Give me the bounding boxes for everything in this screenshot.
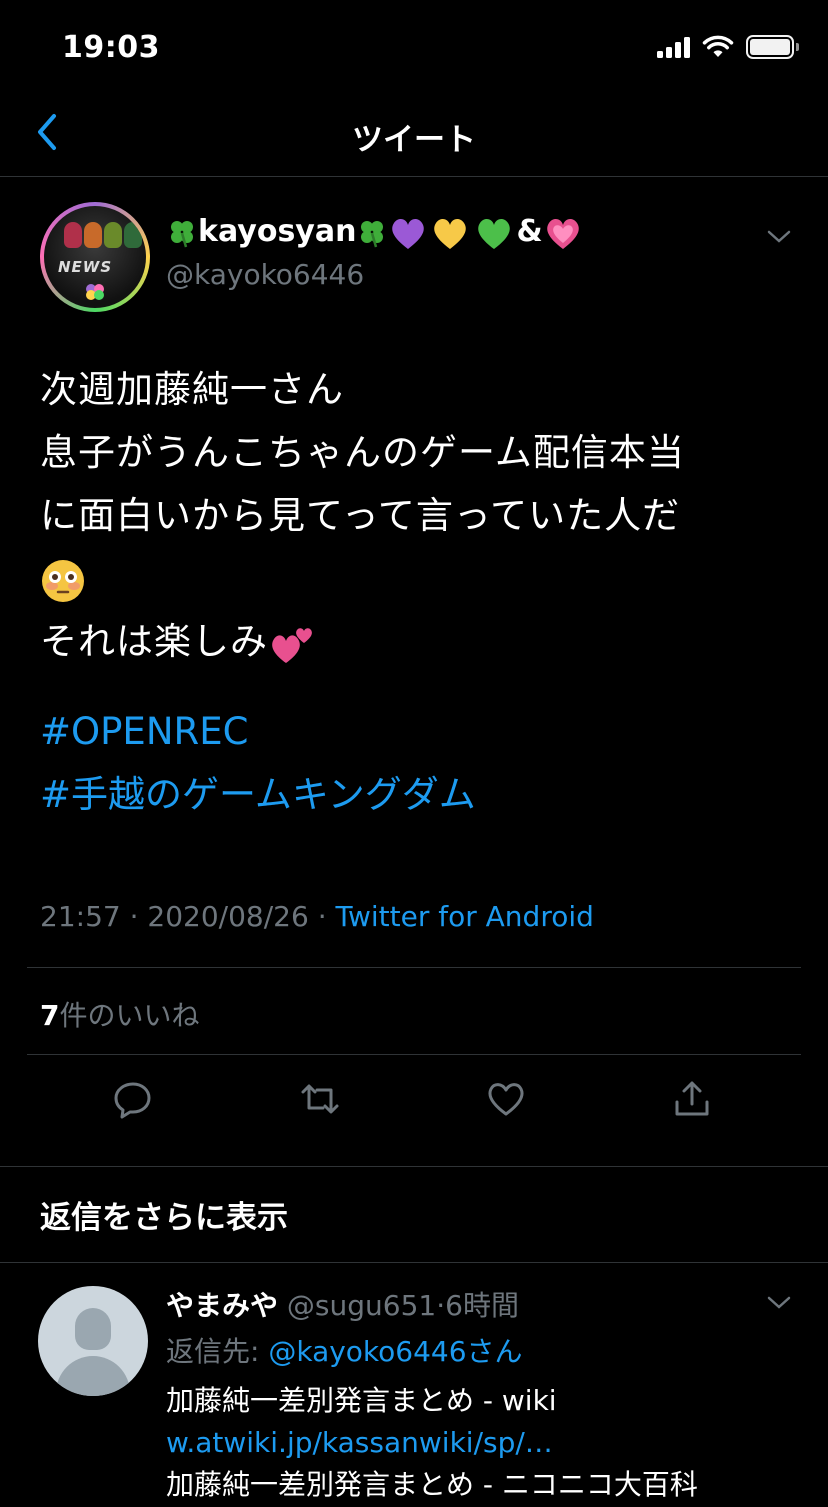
reply-display-name[interactable]: やまみや: [166, 1289, 278, 1322]
reply-text-line: 加藤純一差別発言まとめ - ニコニコ大百科: [166, 1468, 698, 1501]
tweet-text: 次週加藤純一さん 息子がうんこちゃんのゲーム配信本当 に面白いから見てって言って…: [40, 358, 800, 673]
likes-count[interactable]: 7件のいいね: [40, 994, 200, 1034]
tweet-source-link[interactable]: Twitter for Android: [336, 900, 594, 933]
reply-icon[interactable]: [112, 1078, 154, 1120]
sparkling-heart-icon: [546, 218, 579, 249]
cellular-signal-icon: [657, 36, 690, 58]
reply-mention-link[interactable]: @kayoko6446さん: [268, 1335, 522, 1368]
user-handle[interactable]: @kayoko6446: [166, 258, 364, 291]
avatar-logo-text: NEWS: [58, 258, 113, 276]
yellow-heart-icon: [434, 218, 467, 249]
replying-to: 返信先: @kayoko6446さん: [166, 1335, 523, 1368]
divider: [27, 1054, 801, 1055]
chevron-down-icon[interactable]: [766, 228, 792, 246]
likes-label: 件のいいね: [59, 999, 200, 1032]
four-leaf-clover-icon: [171, 220, 193, 247]
status-bar: 19:03: [0, 0, 828, 100]
share-icon[interactable]: [671, 1078, 713, 1120]
status-time: 19:03: [62, 30, 160, 65]
divider: [27, 967, 801, 968]
section-divider: [0, 1262, 828, 1263]
default-avatar[interactable]: [38, 1286, 148, 1396]
reply-header: やまみや @sugu651·6時間: [166, 1289, 519, 1322]
reply-text: 加藤純一差別発言まとめ - wiki w.atwiki.jp/kassanwik…: [166, 1380, 698, 1506]
tweet-text-line: それは楽しみ: [40, 610, 800, 673]
four-leaf-clover-icon: [361, 220, 384, 247]
tweet-date: 2020/08/26: [147, 900, 309, 933]
likes-number: 7: [40, 999, 60, 1032]
status-icons: [657, 35, 799, 59]
page-title: ツイート: [352, 122, 476, 158]
display-name-text: kayosyan: [198, 214, 357, 249]
reply-handle[interactable]: @sugu651: [287, 1289, 436, 1322]
tweet-time: 21:57: [40, 900, 121, 933]
tweet-text-line: 次週加藤純一さん: [40, 368, 344, 411]
purple-heart-icon: [392, 218, 425, 249]
tweet-actions: [0, 1078, 828, 1128]
reply-text-line: 加藤純一差別発言まとめ - wiki: [166, 1384, 557, 1417]
nav-bar: ツイート: [0, 100, 828, 177]
battery-icon: [746, 35, 799, 59]
more-replies-button[interactable]: 返信をさらに表示: [40, 1192, 288, 1237]
hashtag-link[interactable]: #OPENREC: [40, 700, 476, 763]
avatar[interactable]: NEWS: [40, 202, 150, 312]
flushed-face-icon: [42, 559, 84, 602]
reply-time: 6時間: [445, 1289, 519, 1322]
tweet-text-line: に面白いから見てって言っていた人だ: [40, 494, 681, 537]
clover-heart-icon: [86, 284, 104, 300]
tweet-meta: 21:57 · 2020/08/26 · Twitter for Android: [40, 900, 594, 933]
tweet-text-line: 息子がうんこちゃんのゲーム配信本当: [40, 431, 685, 474]
tweet-text-line: [40, 547, 800, 610]
retweet-icon[interactable]: [299, 1078, 341, 1120]
hashtag-list: #OPENREC #手越のゲームキングダム: [40, 700, 476, 826]
display-name[interactable]: kayosyan &: [166, 214, 583, 251]
wifi-icon: [702, 35, 734, 57]
green-heart-icon: [478, 218, 511, 249]
reply-url-link[interactable]: w.atwiki.jp/kassanwiki/sp/…: [166, 1422, 698, 1464]
chevron-down-icon[interactable]: [766, 1294, 792, 1312]
two-hearts-icon: [272, 627, 312, 663]
hashtag-link[interactable]: #手越のゲームキングダム: [40, 763, 476, 826]
like-heart-icon[interactable]: [485, 1078, 527, 1120]
section-divider: [0, 1166, 828, 1167]
display-name-suffix: &: [516, 214, 543, 249]
